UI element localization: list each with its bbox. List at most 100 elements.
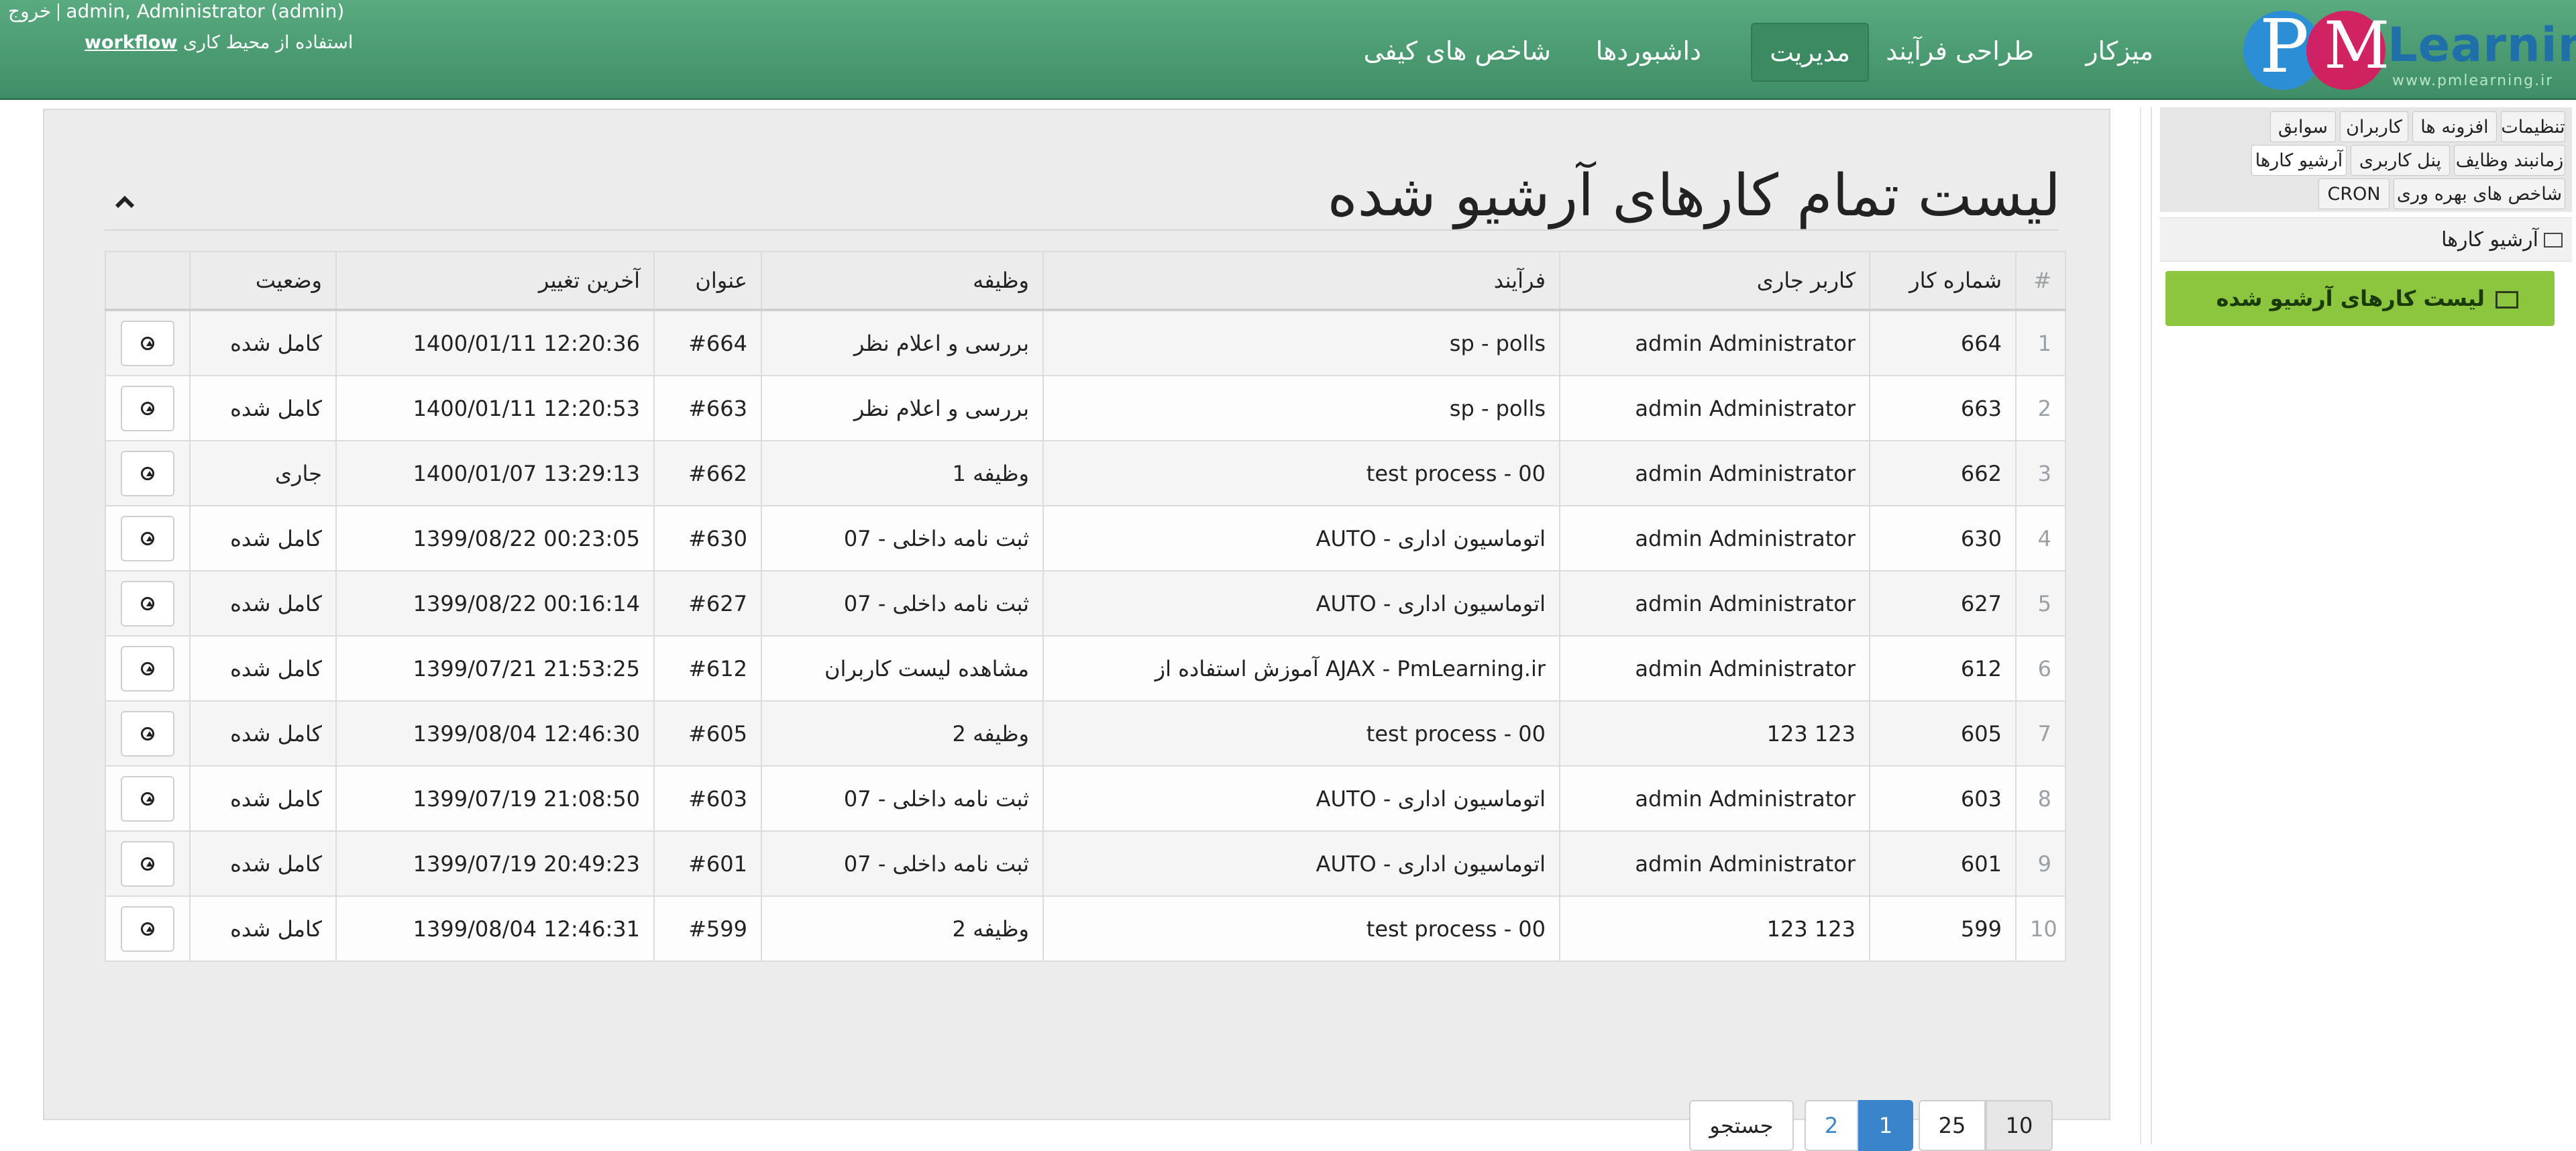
pmlearning-logo[interactable]: P M Learning www.pmlearning.ir xyxy=(2243,7,2576,94)
row-action-cell xyxy=(105,309,191,376)
cell-task: وظیفه 2 xyxy=(761,895,1044,962)
table-row[interactable]: جاری 1400/01/07 13:29:13 #662 وظیفه 1 test p… xyxy=(105,440,2066,506)
logout-link[interactable]: خروج xyxy=(8,0,51,22)
tab-settings[interactable]: تنظیمات xyxy=(2501,111,2565,142)
sidebar-divider xyxy=(2140,107,2141,1144)
cell-index: 9 xyxy=(2015,830,2066,897)
cell-last-change: 1399/07/19 21:08:50 xyxy=(335,765,655,832)
row-action-cell xyxy=(105,765,191,832)
sidebar-item-archived-cases-list[interactable]: لیست کارهای آرشیو شده xyxy=(2165,271,2555,326)
tab-users[interactable]: کاربران xyxy=(2340,111,2408,142)
cell-case-number: 630 xyxy=(1869,505,2017,571)
unarchive-arrow-up-icon-button[interactable] xyxy=(121,840,174,887)
cell-case-number: 664 xyxy=(1869,309,2017,376)
unarchive-arrow-up-icon-button[interactable] xyxy=(121,515,174,561)
tab-productivity-indicators[interactable]: شاخص های بهره وری xyxy=(2394,178,2565,209)
cell-subject: #603 xyxy=(653,765,762,832)
unarchive-arrow-up-icon-button[interactable] xyxy=(121,775,174,822)
page-size-10-button[interactable]: 10 xyxy=(1986,1100,2053,1151)
nav-item-dashboard-desk[interactable]: میزکار xyxy=(2086,23,2153,79)
page-1-button[interactable]: 1 xyxy=(1858,1100,1913,1151)
table-row[interactable]: کامل شده 1399/08/04 12:46:30 #605 وظیفه 2 te… xyxy=(105,700,2066,767)
search-button[interactable]: جستجو xyxy=(1689,1100,1794,1151)
cell-subject: #612 xyxy=(653,635,762,702)
cell-subject: #605 xyxy=(653,700,762,767)
sidebar-item-label: لیست کارهای آرشیو شده xyxy=(2216,286,2485,311)
col-current-user[interactable]: کاربر جاری xyxy=(1559,251,1870,311)
cell-current-user: admin Administrator xyxy=(1559,505,1870,571)
cell-index: 5 xyxy=(2015,570,2066,637)
unarchive-arrow-up-icon-button[interactable] xyxy=(121,906,174,952)
nav-item-quality-indicators[interactable]: شاخص های کیفی xyxy=(1364,23,1551,79)
cell-status: کامل شده xyxy=(189,765,337,832)
cell-process: AUTO - اتوماسیون اداری xyxy=(1042,830,1560,897)
unarchive-arrow-up-icon-button[interactable] xyxy=(121,320,174,366)
cell-index: 10 xyxy=(2015,895,2066,962)
row-action-cell xyxy=(105,375,191,441)
table-row[interactable]: کامل شده 1399/07/21 21:53:25 #612 مشاهده لی… xyxy=(105,635,2066,702)
arrow-up-icon xyxy=(146,861,153,867)
table-row[interactable]: کامل شده 1399/08/22 00:23:05 #630 07 - ثبت … xyxy=(105,505,2066,571)
cell-index: 2 xyxy=(2015,375,2066,441)
workspace-link[interactable]: workflow xyxy=(85,32,177,53)
cell-task: بررسی و اعلام نظر xyxy=(761,375,1044,441)
col-case-number[interactable]: شماره کار xyxy=(1869,251,2017,311)
nav-item-dashboards[interactable]: داشبوردها xyxy=(1596,23,1701,79)
collapse-chevron-up-icon[interactable] xyxy=(111,192,138,212)
page-size-25-button[interactable]: 25 xyxy=(1919,1100,1986,1151)
table-row[interactable]: کامل شده 1399/07/19 21:08:50 #603 07 - ثبت … xyxy=(105,765,2066,832)
table-row[interactable]: کامل شده 1399/08/04 12:46:31 #599 وظیفه 2 te… xyxy=(105,895,2066,962)
cell-status: کامل شده xyxy=(189,570,337,637)
tab-cron[interactable]: CRON xyxy=(2318,178,2390,209)
nav-item-admin[interactable]: مدیریت xyxy=(1751,23,1869,82)
cell-last-change: 1400/01/11 12:20:53 xyxy=(335,375,655,441)
table-row[interactable]: کامل شده 1400/01/11 12:20:53 #663 بررسی و ا… xyxy=(105,375,2066,441)
tab-history[interactable]: سوابق xyxy=(2270,111,2336,142)
page-2-button[interactable]: 2 xyxy=(1805,1100,1858,1151)
cell-status: کامل شده xyxy=(189,895,337,962)
col-task[interactable]: وظیفه xyxy=(761,251,1044,311)
cell-current-user: admin Administrator xyxy=(1559,635,1870,702)
col-process[interactable]: فرآیند xyxy=(1042,251,1560,311)
table-row[interactable]: کامل شده 1399/08/22 00:16:14 #627 07 - ثبت … xyxy=(105,570,2066,637)
cell-subject: #630 xyxy=(653,505,762,571)
tab-user-panel[interactable]: پنل کاربری xyxy=(2351,145,2450,176)
cell-last-change: 1399/08/22 00:23:05 xyxy=(335,505,655,571)
cell-last-change: 1400/01/07 13:29:13 xyxy=(335,440,655,506)
col-subject[interactable]: عنوان xyxy=(653,251,762,311)
list-icon xyxy=(2496,291,2518,309)
cell-task: وظیفه 1 xyxy=(761,440,1044,506)
unarchive-arrow-up-icon-button[interactable] xyxy=(121,450,174,496)
row-action-cell xyxy=(105,700,191,767)
tab-case-archive[interactable]: آرشیو کارها xyxy=(2251,145,2347,176)
cell-index: 3 xyxy=(2015,440,2066,506)
cell-status: کامل شده xyxy=(189,505,337,571)
logo-subtitle: www.pmlearning.ir xyxy=(2392,72,2554,89)
cell-last-change: 1400/01/11 12:20:36 xyxy=(335,309,655,376)
unarchive-arrow-up-icon-button[interactable] xyxy=(121,710,174,757)
cell-current-user: 123 123 xyxy=(1559,895,1870,962)
cell-status: کامل شده xyxy=(189,375,337,441)
tab-task-scheduler[interactable]: زمانبند وظایف xyxy=(2454,145,2565,176)
unarchive-arrow-up-icon-button[interactable] xyxy=(121,645,174,692)
cell-last-change: 1399/08/04 12:46:30 xyxy=(335,700,655,767)
col-last-change[interactable]: آخرین تغییر xyxy=(335,251,655,311)
cell-subject: #664 xyxy=(653,309,762,376)
cell-process: sp - polls xyxy=(1042,375,1560,441)
cell-current-user: admin Administrator xyxy=(1559,830,1870,897)
unarchive-arrow-up-icon-button[interactable] xyxy=(121,385,174,431)
unarchive-arrow-up-icon-button[interactable] xyxy=(121,580,174,626)
cell-case-number: 603 xyxy=(1869,765,2017,832)
cell-task: وظیفه 2 xyxy=(761,700,1044,767)
cell-subject: #663 xyxy=(653,375,762,441)
section-case-archive[interactable]: آرشیو کارها xyxy=(2160,217,2572,262)
arrow-up-icon xyxy=(146,730,153,736)
cell-task: 07 - ثبت نامه داخلی xyxy=(761,830,1044,897)
tab-plugins[interactable]: افزونه ها xyxy=(2412,111,2497,142)
nav-item-process-design[interactable]: طراحی فرآیند xyxy=(1886,23,2034,79)
table-row[interactable]: کامل شده 1400/01/11 12:20:36 #664 بررسی و ا… xyxy=(105,309,2066,376)
col-status[interactable]: وضعیت xyxy=(189,251,337,311)
cell-status: کامل شده xyxy=(189,309,337,376)
col-actions xyxy=(105,251,191,311)
table-row[interactable]: کامل شده 1399/07/19 20:49:23 #601 07 - ثبت … xyxy=(105,830,2066,897)
